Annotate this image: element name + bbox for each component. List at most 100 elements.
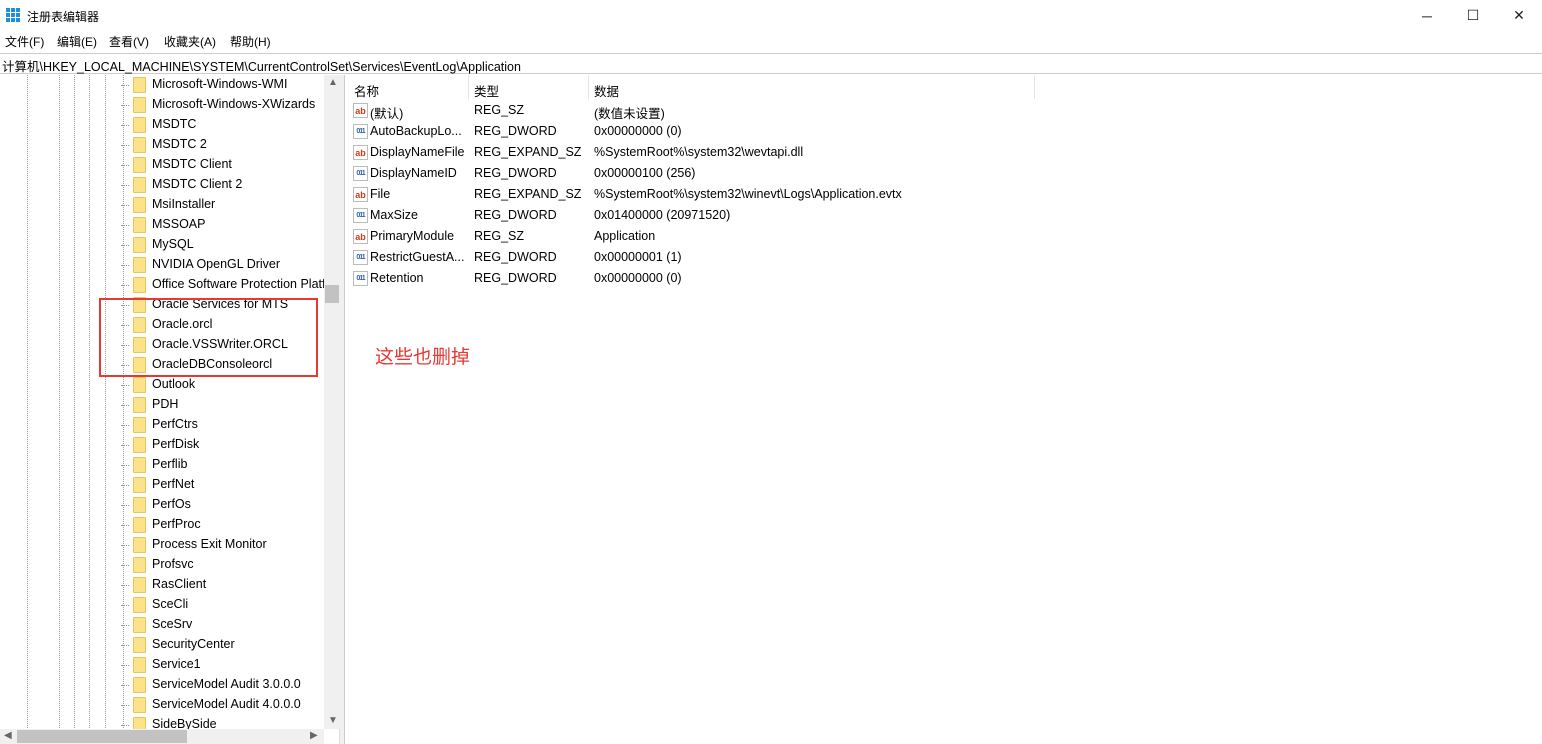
- tree-node[interactable]: Service1: [0, 655, 324, 675]
- menu-favorites[interactable]: 收藏夹(A): [164, 33, 216, 50]
- tree-node[interactable]: SceCli: [0, 595, 324, 615]
- value-type: REG_DWORD: [474, 208, 557, 222]
- tree-node[interactable]: NVIDIA OpenGL Driver: [0, 255, 324, 275]
- tree-horizontal-scrollbar[interactable]: ◀ ▶: [0, 729, 324, 744]
- tree-node[interactable]: Microsoft-Windows-WMI: [0, 75, 324, 95]
- tree-node[interactable]: SecurityCenter: [0, 635, 324, 655]
- scroll-left-icon[interactable]: ◀: [4, 730, 12, 741]
- tree-node[interactable]: RasClient: [0, 575, 324, 595]
- tree-node-label: Outlook: [152, 377, 196, 391]
- minimize-button[interactable]: ─: [1404, 0, 1450, 31]
- tree-node-label: MSDTC Client: [152, 157, 232, 171]
- tree-node[interactable]: MSDTC 2: [0, 135, 324, 155]
- tree-node[interactable]: PerfDisk: [0, 435, 324, 455]
- tree-node[interactable]: Office Software Protection Platform: [0, 275, 339, 295]
- value-row[interactable]: ab (默认) REG_SZ (数值未设置): [346, 100, 1146, 121]
- tree-connector: [121, 205, 129, 206]
- tree-node[interactable]: ServiceModel Audit 3.0.0.0: [0, 675, 324, 695]
- tree-connector: [121, 725, 129, 726]
- tree-node-label: Profsvc: [152, 557, 194, 571]
- folder-icon: [133, 477, 146, 493]
- tree-connector: [121, 625, 129, 626]
- folder-icon: [133, 577, 146, 593]
- tree-vertical-scrollbar[interactable]: ▲ ▼: [324, 75, 340, 729]
- menu-file[interactable]: 文件(F): [5, 33, 44, 50]
- value-row[interactable]: ab PrimaryModule REG_SZ Application: [346, 226, 1146, 247]
- tree-node[interactable]: PDH: [0, 395, 324, 415]
- tree-node-label: PerfOs: [152, 497, 191, 511]
- value-type: REG_SZ: [474, 103, 525, 117]
- value-row[interactable]: 011 DisplayNameID REG_DWORD 0x00000100 (256…: [346, 163, 1146, 184]
- value-data: 0x01400000 (20971520): [594, 208, 731, 222]
- tree-connector: [121, 245, 129, 246]
- menu-help[interactable]: 帮助(H): [230, 33, 271, 50]
- tree-node-label: PerfProc: [152, 517, 201, 531]
- menu-edit[interactable]: 编辑(E): [57, 33, 97, 50]
- tree-node[interactable]: Process Exit Monitor: [0, 535, 324, 555]
- tree-node-label: NVIDIA OpenGL Driver: [152, 257, 281, 271]
- tree-node-label: MSDTC 2: [152, 137, 207, 151]
- value-row[interactable]: 011 RestrictGuestA... REG_DWORD 0x00000001 …: [346, 247, 1146, 268]
- title-bar: 注册表编辑器 ─ ☐ ✕: [0, 0, 1542, 31]
- value-row[interactable]: 011 MaxSize REG_DWORD 0x01400000 (20971520): [346, 205, 1146, 226]
- tree-node[interactable]: MSDTC Client 2: [0, 175, 324, 195]
- tree-node[interactable]: PerfProc: [0, 515, 324, 535]
- tree-connector: [121, 385, 129, 386]
- tree-node[interactable]: Outlook: [0, 375, 324, 395]
- binary-value-icon: 011: [353, 166, 368, 181]
- tree-node[interactable]: Perflib: [0, 455, 324, 475]
- tree-connector: [121, 425, 129, 426]
- tree-node-label: SceSrv: [152, 617, 193, 631]
- tree-node-label: ServiceModel Audit 3.0.0.0: [152, 677, 301, 691]
- scroll-thumb[interactable]: [17, 730, 187, 743]
- scroll-right-icon[interactable]: ▶: [310, 730, 318, 741]
- tree-node[interactable]: MSDTC: [0, 115, 324, 135]
- scroll-up-icon[interactable]: ▲: [328, 77, 338, 88]
- tree-connector: [121, 565, 129, 566]
- tree-node-label: SceCli: [152, 597, 189, 611]
- tree-connector: [121, 545, 129, 546]
- maximize-button[interactable]: ☐: [1450, 0, 1496, 31]
- value-row[interactable]: ab DisplayNameFile REG_EXPAND_SZ %SystemRoo…: [346, 142, 1146, 163]
- tree-node[interactable]: PerfNet: [0, 475, 324, 495]
- tree-node[interactable]: PerfOs: [0, 495, 324, 515]
- folder-icon: [133, 97, 146, 113]
- value-type: REG_SZ: [474, 229, 525, 243]
- tree-node[interactable]: Profsvc: [0, 555, 324, 575]
- tree-node[interactable]: Microsoft-Windows-XWizards: [0, 95, 324, 115]
- column-header-type[interactable]: 类型: [466, 77, 586, 99]
- column-header-data[interactable]: 数据: [586, 77, 1026, 99]
- column-header-name[interactable]: 名称: [346, 77, 468, 99]
- value-type: REG_DWORD: [474, 250, 557, 264]
- column-divider[interactable]: [1034, 75, 1035, 99]
- scroll-down-icon[interactable]: ▼: [328, 715, 338, 726]
- folder-icon: [133, 497, 146, 513]
- tree-node[interactable]: PerfCtrs: [0, 415, 324, 435]
- tree-node-label: PDH: [152, 397, 179, 411]
- folder-icon: [133, 137, 146, 153]
- menu-view[interactable]: 查看(V): [109, 33, 149, 50]
- tree-node[interactable]: SceSrv: [0, 615, 324, 635]
- close-button[interactable]: ✕: [1496, 0, 1542, 31]
- value-row[interactable]: 011 Retention REG_DWORD 0x00000000 (0): [346, 268, 1146, 289]
- address-bar[interactable]: 计算机\HKEY_LOCAL_MACHINE\SYSTEM\CurrentCon…: [0, 53, 1542, 74]
- folder-icon: [133, 677, 146, 693]
- tree-node[interactable]: MySQL: [0, 235, 324, 255]
- tree-node[interactable]: ServiceModel Audit 4.0.0.0: [0, 695, 324, 715]
- pane-splitter[interactable]: [340, 75, 345, 744]
- string-value-icon: ab: [353, 103, 368, 118]
- folder-icon: [133, 217, 146, 233]
- value-name: DisplayNameID: [370, 166, 457, 180]
- value-name: DisplayNameFile: [370, 145, 465, 159]
- tree-node[interactable]: MsiInstaller: [0, 195, 324, 215]
- scroll-thumb[interactable]: [325, 285, 339, 303]
- tree-connector: [121, 605, 129, 606]
- value-row[interactable]: ab File REG_EXPAND_SZ %SystemRoot%\system32…: [346, 184, 1146, 205]
- tree-node[interactable]: MSSOAP: [0, 215, 324, 235]
- binary-value-icon: 011: [353, 250, 368, 265]
- value-row[interactable]: 011 AutoBackupLo... REG_DWORD 0x00000000 (0…: [346, 121, 1146, 142]
- tree-connector: [121, 265, 129, 266]
- highlight-box: [99, 298, 318, 377]
- tree-node[interactable]: MSDTC Client: [0, 155, 324, 175]
- menu-bar: 文件(F) 编辑(E) 查看(V) 收藏夹(A) 帮助(H): [0, 31, 1542, 51]
